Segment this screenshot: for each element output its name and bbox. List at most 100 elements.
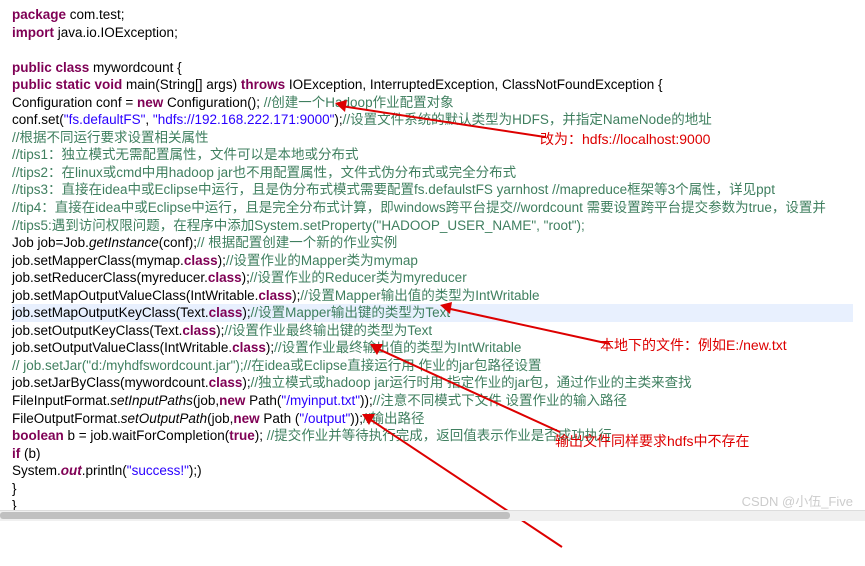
keyword: boolean: [12, 428, 64, 443]
text: Path (: [260, 411, 300, 426]
text: );: [334, 112, 342, 127]
static-method: setOutputPath: [121, 411, 207, 426]
comment: //tips2：在linux或cmd中用hadoop jar也不用配置属性，文件…: [12, 165, 516, 180]
comment: //tips5:遇到访问权限问题，在程序中添加System.setPropert…: [12, 218, 585, 233]
string: "success!": [127, 463, 189, 478]
text: Job job=Job.: [12, 235, 89, 250]
text: .println(: [82, 463, 127, 478]
text: mywordcount {: [89, 60, 181, 75]
comment: //设置作业的Reducer类为myreducer: [250, 270, 467, 285]
code-line: job.setMapOutputValueClass(IntWritable.c…: [12, 287, 853, 305]
code-line: //根据不同运行要求设置相关属性: [12, 129, 853, 147]
text: FileInputFormat.: [12, 393, 110, 408]
keyword: throws: [241, 77, 285, 92]
text: (job,: [207, 411, 233, 426]
code-line: package com.test;: [12, 6, 853, 24]
annotation-text: 输出文件同样要求hdfs中不存在: [555, 432, 749, 450]
comment: //设置作业最终输出值的类型为IntWritable: [274, 340, 521, 355]
comment: //设置文件系统的默认类型为HDFS，并指定NameNode的地址: [343, 112, 712, 127]
keyword: public class: [12, 60, 89, 75]
code-line: //tips1：独立模式无需配置属性，文件可以是本地或分布式: [12, 146, 853, 164]
text: );: [242, 375, 250, 390]
keyword: new: [219, 393, 245, 408]
static-field: out: [61, 463, 82, 478]
comment: //输出路径: [363, 411, 425, 426]
comment: //根据不同运行要求设置相关属性: [12, 130, 209, 145]
text: job.setReducerClass(myreducer.: [12, 270, 208, 285]
text: );: [255, 428, 267, 443]
text: );): [189, 463, 202, 478]
text: IOException, InterruptedException, Class…: [285, 77, 662, 92]
static-method: setInputPaths: [110, 393, 193, 408]
keyword: true: [229, 428, 255, 443]
keyword: public static void: [12, 77, 122, 92]
code-line: Job job=Job.getInstance(conf);// 根据配置创建一…: [12, 234, 853, 252]
annotation-text: 本地下的文件：例如E:/new.txt: [600, 336, 787, 354]
string: "hdfs://192.168.222.171:9000": [153, 112, 335, 127]
code-line: FileInputFormat.setInputPaths(job,new Pa…: [12, 392, 853, 410]
text: Configuration conf =: [12, 95, 137, 110]
code-line: //tip4：直接在idea中或Eclipse中运行，且是完全分布式计算，即wi…: [12, 199, 853, 217]
blank-line: [12, 41, 853, 59]
keyword: new: [137, 95, 163, 110]
text: (conf);: [159, 235, 197, 250]
comment: //独立模式或hadoop jar运行时用 指定作业的jar包，通过作业的主类来…: [251, 375, 692, 390]
code-line: }: [12, 480, 853, 498]
code-line: //tips2：在linux或cmd中用hadoop jar也不用配置属性，文件…: [12, 164, 853, 182]
text: );: [266, 340, 274, 355]
keyword: class: [209, 305, 243, 320]
text: ));: [360, 393, 373, 408]
text: (b): [20, 446, 40, 461]
comment: // 根据配置创建一个新的作业实例: [197, 235, 397, 250]
keyword: import: [12, 25, 54, 40]
comment: //tips3：直接在idea中或Eclipse中运行，且是伪分布式模式需要配置…: [12, 182, 775, 197]
text: job.setOutputValueClass(IntWritable.: [12, 340, 232, 355]
text: ));: [350, 411, 363, 426]
text: job.setMapperClass(mymap.: [12, 253, 184, 268]
keyword: class: [184, 253, 218, 268]
text: job.setMapOutputKeyClass(Text.: [12, 305, 209, 320]
keyword: class: [209, 375, 243, 390]
code-line: //tips3：直接在idea中或Eclipse中运行，且是伪分布式模式需要配置…: [12, 181, 853, 199]
text: com.test;: [66, 7, 125, 22]
string: "/myinput.txt": [281, 393, 360, 408]
code-line: job.setReducerClass(myreducer.class);//设…: [12, 269, 853, 287]
keyword: class: [258, 288, 292, 303]
code-line: job.setMapperClass(mymap.class);//设置作业的M…: [12, 252, 853, 270]
comment: //tips1：独立模式无需配置属性，文件可以是本地或分布式: [12, 147, 359, 162]
text: (job,: [193, 393, 219, 408]
comment: //设置Mapper输出值的类型为IntWritable: [300, 288, 539, 303]
watermark: CSDN @小伍_Five: [742, 494, 853, 511]
annotation-text: 改为：hdfs://localhost:9000: [540, 130, 710, 148]
text: );: [242, 270, 250, 285]
text: Configuration();: [163, 95, 264, 110]
keyword: class: [208, 270, 242, 285]
code-line: import java.io.IOException;: [12, 24, 853, 42]
text: job.setOutputKeyClass(Text.: [12, 323, 182, 338]
keyword: class: [182, 323, 216, 338]
text: ,: [145, 112, 153, 127]
code-line: // job.setJar("d:/myhdfswordcount.jar");…: [12, 357, 853, 375]
text: );: [218, 253, 226, 268]
string: "/output": [299, 411, 350, 426]
keyword: if: [12, 446, 20, 461]
text: conf.set(: [12, 112, 64, 127]
text: job.setJarByClass(mywordcount.: [12, 375, 209, 390]
code-line: FileOutputFormat.setOutputPath(job,new P…: [12, 410, 853, 428]
keyword: new: [233, 411, 259, 426]
comment: //设置作业最终输出键的类型为Text: [224, 323, 432, 338]
code-line: public static void main(String[] args) t…: [12, 76, 853, 94]
code-line-highlighted: job.setMapOutputKeyClass(Text.class);//设…: [12, 304, 853, 322]
text: );: [242, 305, 250, 320]
text: job.setMapOutputValueClass(IntWritable.: [12, 288, 258, 303]
text: FileOutputFormat.: [12, 411, 121, 426]
comment: //tip4：直接在idea中或Eclipse中运行，且是完全分布式计算，即wi…: [12, 200, 826, 215]
code-line: Configuration conf = new Configuration()…: [12, 94, 853, 112]
code-line: //tips5:遇到访问权限问题，在程序中添加System.setPropert…: [12, 217, 853, 235]
code-line: public class mywordcount {: [12, 59, 853, 77]
keyword: package: [12, 7, 66, 22]
text: System.: [12, 463, 61, 478]
comment: //注意不同模式下文件 设置作业的输入路径: [373, 393, 627, 408]
code-line: System.out.println("success!");): [12, 462, 853, 480]
horizontal-scrollbar[interactable]: [0, 510, 865, 521]
